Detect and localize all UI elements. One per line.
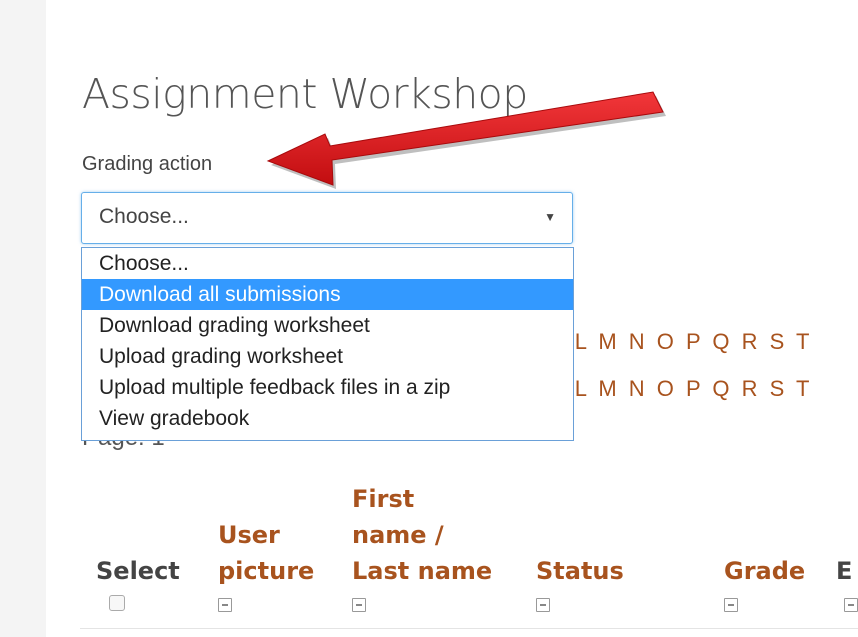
- header-name-line1[interactable]: First: [352, 481, 414, 517]
- option-download-all-submissions[interactable]: Download all submissions: [82, 279, 573, 310]
- collapse-status-icon[interactable]: [536, 598, 550, 612]
- header-grade[interactable]: Grade: [724, 553, 805, 589]
- collapse-grade-icon[interactable]: [724, 598, 738, 612]
- last-name-initials-filter[interactable]: K L M N O P Q R S T: [548, 376, 812, 402]
- header-select: Select: [96, 557, 180, 585]
- grading-action-label: Grading action: [82, 153, 213, 175]
- header-status[interactable]: Status: [536, 553, 624, 589]
- select-all-checkbox[interactable]: [109, 595, 125, 611]
- header-truncated[interactable]: E: [836, 553, 852, 589]
- first-name-initials-filter[interactable]: K L M N O P Q R S T: [548, 329, 812, 355]
- collapse-user-picture-icon[interactable]: [218, 598, 232, 612]
- caret-down-icon: ▼: [544, 210, 556, 224]
- collapse-truncated-icon[interactable]: [844, 598, 858, 612]
- grading-action-selected-value: Choose...: [99, 205, 189, 228]
- header-name-line3[interactable]: Last name: [352, 553, 492, 589]
- table-header-divider: [80, 628, 858, 629]
- header-user-picture-line2[interactable]: picture: [218, 553, 314, 589]
- option-view-gradebook[interactable]: View gradebook: [82, 403, 573, 434]
- grading-action-select[interactable]: Choose... ▼: [81, 192, 573, 244]
- option-upload-feedback-zip[interactable]: Upload multiple feedback files in a zip: [82, 372, 573, 403]
- option-upload-grading-worksheet[interactable]: Upload grading worksheet: [82, 341, 573, 372]
- option-choose[interactable]: Choose...: [82, 248, 573, 279]
- collapse-name-icon[interactable]: [352, 598, 366, 612]
- left-gutter: [0, 0, 46, 637]
- page-title: Assignment Workshop: [82, 70, 528, 118]
- header-name-line2[interactable]: name /: [352, 517, 444, 553]
- option-download-grading-worksheet[interactable]: Download grading worksheet: [82, 310, 573, 341]
- header-user-picture-line1[interactable]: User: [218, 517, 280, 553]
- grading-action-dropdown-list[interactable]: Choose... Download all submissions Downl…: [81, 247, 574, 441]
